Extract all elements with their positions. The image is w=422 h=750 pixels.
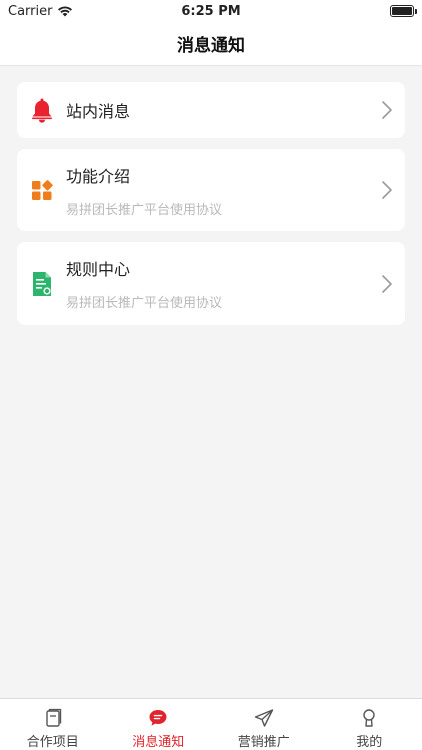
card-rules-center[interactable]: 规则中心 易拼团长推广平台使用协议 <box>17 242 405 325</box>
card-text: 站内消息 <box>66 98 130 122</box>
tab-label: 合作项目 <box>26 735 79 750</box>
card-site-messages[interactable]: 站内消息 <box>17 82 405 138</box>
card-text: 功能介绍 易拼团长推广平台使用协议 <box>66 163 222 218</box>
document-icon <box>29 271 55 297</box>
tab-label: 营销推广 <box>237 735 290 750</box>
tab-bar: 合作项目 消息通知 营销推广 我的 <box>0 698 422 750</box>
card-title: 站内消息 <box>66 102 131 121</box>
chevron-right-icon <box>382 181 392 199</box>
tab-message-notifications[interactable]: 消息通知 <box>106 699 212 750</box>
message-list: 站内消息 功能介绍 易拼团长推广平台使用协议 规则中心 易拼团长推广平台使用协议 <box>0 66 422 698</box>
card-subtitle: 易拼团长推广平台使用协议 <box>66 202 223 218</box>
chevron-right-icon <box>382 101 392 119</box>
tab-marketing-promotion[interactable]: 营销推广 <box>211 699 317 750</box>
battery-icon <box>390 5 417 17</box>
tab-label: 消息通知 <box>132 735 185 750</box>
card-text: 规则中心 易拼团长推广平台使用协议 <box>66 256 222 311</box>
chevron-right-icon <box>382 274 392 293</box>
status-bar: Carrier 6:25 PM <box>0 0 422 22</box>
wifi-icon <box>58 6 73 17</box>
person-icon <box>363 709 375 727</box>
paper-plane-icon <box>254 709 273 727</box>
card-title: 功能介绍 <box>66 166 131 186</box>
navigation-bar: 消息通知 <box>0 22 422 66</box>
status-left: Carrier <box>8 4 73 19</box>
carrier-label: Carrier <box>8 3 53 19</box>
card-subtitle: 易拼团长推广平台使用协议 <box>66 296 223 311</box>
bell-icon <box>29 97 55 123</box>
tab-mine[interactable]: 我的 <box>317 699 422 750</box>
card-feature-intro[interactable]: 功能介绍 易拼团长推广平台使用协议 <box>17 149 405 231</box>
chat-bubble-icon <box>149 710 167 726</box>
book-icon <box>46 708 61 727</box>
grid-icon <box>29 177 55 203</box>
tab-cooperation-projects[interactable]: 合作项目 <box>0 699 106 750</box>
card-title: 规则中心 <box>66 260 131 279</box>
page-title: 消息通知 <box>177 36 245 56</box>
tab-label: 我的 <box>356 735 383 750</box>
